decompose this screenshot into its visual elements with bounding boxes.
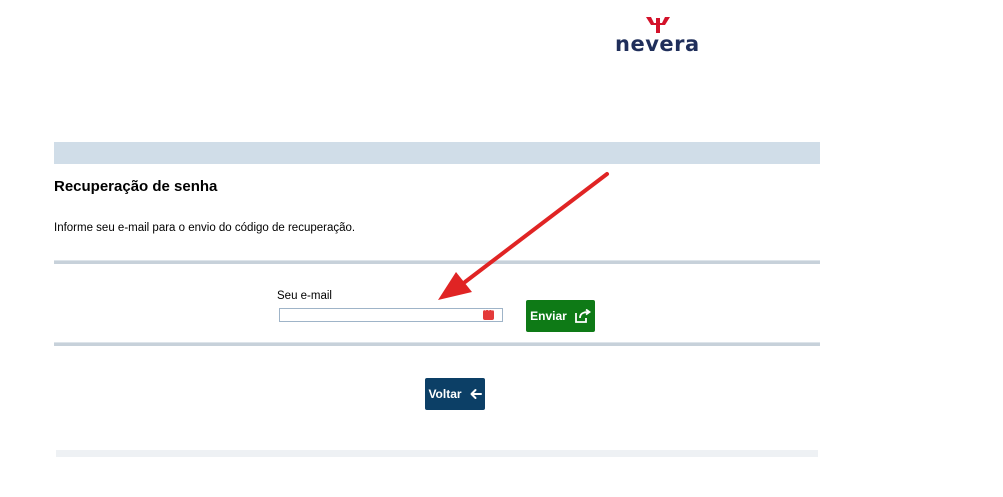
send-button[interactable]: Enviar — [526, 300, 595, 332]
external-link-icon — [574, 309, 591, 323]
footer-bar — [56, 450, 818, 457]
nevera-logo: nevera — [615, 16, 705, 58]
page-title: Recuperação de senha — [54, 178, 218, 195]
email-input[interactable] — [279, 308, 503, 322]
annotation-arrow — [438, 172, 609, 300]
instruction-text: Informe seu e-mail para o envio do códig… — [54, 222, 356, 234]
back-button[interactable]: Voltar — [425, 378, 485, 410]
send-button-label: Enviar — [530, 309, 567, 323]
back-button-label: Voltar — [428, 387, 462, 401]
password-manager-icon[interactable] — [483, 305, 494, 320]
logo-text: nevera — [615, 32, 700, 56]
divider-bottom — [54, 342, 820, 346]
header-bar — [54, 142, 820, 164]
arrow-left-icon — [470, 389, 482, 399]
divider-top — [54, 260, 820, 264]
email-label: Seu e-mail — [277, 290, 332, 302]
